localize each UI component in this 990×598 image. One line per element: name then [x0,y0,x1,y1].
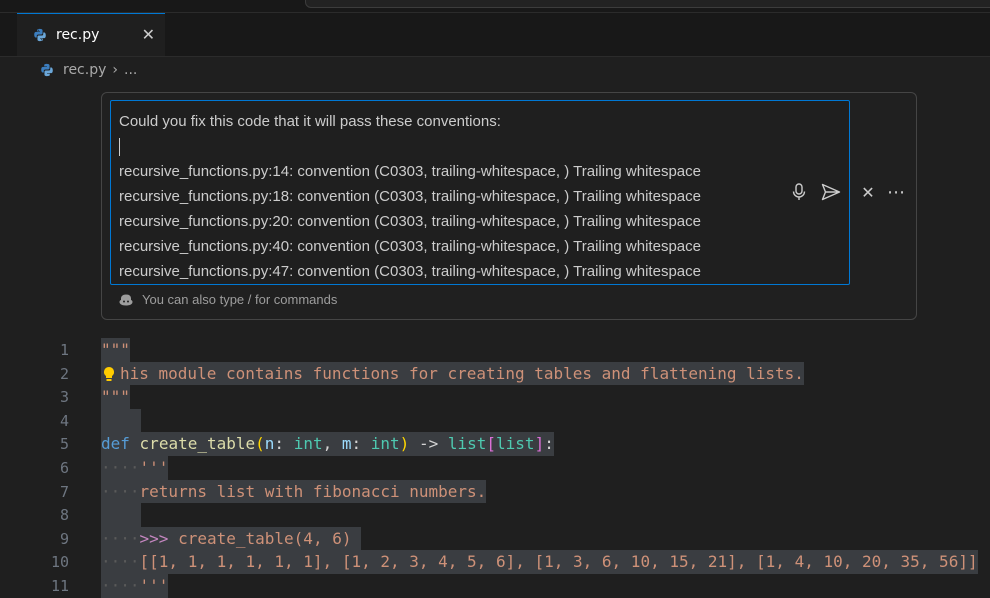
chat-hint-text: You can also type / for commands [142,292,338,307]
line-number: 1 [59,341,69,359]
arrow: -> [418,434,439,454]
copilot-icon [119,294,133,305]
python-file-icon [34,28,46,42]
type: list [496,434,535,454]
line-number: 2 [59,364,69,383]
keyword: def [101,434,130,454]
code-line: 7 ····returns list with fibonacci number… [0,479,990,504]
code-line: 10 ····[[1, 1, 1, 1, 1, 1], [1, 2, 3, 4,… [0,550,990,574]
type: int [293,434,323,454]
lightbulb-icon[interactable] [101,366,117,384]
docstring-text: create_table(4, 6) [178,528,352,548]
chat-hint: You can also type / for commands [118,292,337,307]
chat-message-line: recursive_functions.py:20: convention (C… [119,213,701,230]
line-number: 10 [50,553,69,572]
code-text: his module contains functions for creati… [101,361,804,386]
line-number: 4 [59,411,69,430]
code-editor[interactable]: 1 """ 2 his module contains functions fo… [0,338,990,598]
command-center[interactable] [305,0,990,8]
python-file-icon [41,63,53,77]
code-text: """ [101,338,130,362]
line-number: 3 [59,388,69,407]
code-line: 8 [0,503,990,527]
tab-bar: rec.py ✕ [0,13,990,57]
chat-message-line: recursive_functions.py:18: convention (C… [119,188,701,205]
type: int [370,434,400,454]
param: m [341,434,352,454]
chat-message-line: recursive_functions.py:14: convention (C… [119,163,701,180]
chat-message-line: Could you fix this code that it will pas… [119,113,501,130]
code-text: """ [101,385,130,409]
text-caret [119,138,120,157]
close-icon[interactable]: ✕ [857,181,879,203]
code-line: 4 [0,408,990,433]
code-text: ····returns list with fibonacci numbers. [101,479,487,504]
code-text [101,408,141,433]
code-line: 1 """ [0,338,990,362]
code-text [101,503,141,527]
docstring-text: returns list with fibonacci numbers. [139,481,487,501]
code-line: 11 ····''' [0,574,990,598]
code-text: def create_table(n: int, m: int) -> list… [101,432,554,456]
line-number: 5 [59,435,69,454]
code-line: 6 ····''' [0,456,990,480]
microphone-icon[interactable] [788,181,810,203]
code-line: 5 def create_table(n: int, m: int) -> li… [0,432,990,456]
chevron-right-icon: › [112,62,118,78]
type: list [447,434,487,454]
line-number: 8 [59,506,69,525]
breadcrumb-symbols[interactable]: ... [124,62,137,78]
breadcrumb: rec.py › ... [40,62,137,78]
doctest-prompt: >>> [139,528,169,548]
inline-chat-widget: Could you fix this code that it will pas… [101,92,917,320]
line-number: 7 [59,482,69,501]
more-icon[interactable]: ⋯ [885,181,907,203]
chat-cursor-line [119,134,849,159]
code-line: 3 """ [0,385,990,409]
code-line: 2 his module contains functions for crea… [0,361,990,386]
breadcrumb-file[interactable]: rec.py [63,62,106,78]
tab-label: rec.py [56,27,100,43]
code-text: ····''' [101,574,169,598]
tab-rec-py[interactable]: rec.py ✕ [17,13,165,56]
param: n [264,434,275,454]
code-text: ····>>> create_table(4, 6) [101,526,362,551]
docstring-text: his module contains functions for creati… [120,363,804,383]
docstring-text: ''' [139,576,169,595]
title-bar [0,0,990,13]
tab-close-icon[interactable]: ✕ [142,25,155,44]
send-icon[interactable] [820,181,842,203]
chat-message-line: recursive_functions.py:40: convention (C… [119,238,701,255]
line-number: 6 [59,459,69,477]
code-line: 9 ····>>> create_table(4, 6) [0,526,990,551]
code-text: ····[[1, 1, 1, 1, 1, 1], [1, 2, 3, 4, 5,… [101,550,978,574]
chat-message-line: recursive_functions.py:47: convention (C… [119,263,701,280]
line-number: 9 [59,529,69,548]
chat-input[interactable]: Could you fix this code that it will pas… [110,100,850,285]
code-text: ····''' [101,456,169,480]
function-name: create_table [139,434,256,454]
line-number: 11 [50,577,69,595]
docstring-text: [[1, 1, 1, 1, 1, 1], [1, 2, 3, 4, 5, 6],… [139,552,978,572]
docstring-text: ''' [139,458,169,477]
